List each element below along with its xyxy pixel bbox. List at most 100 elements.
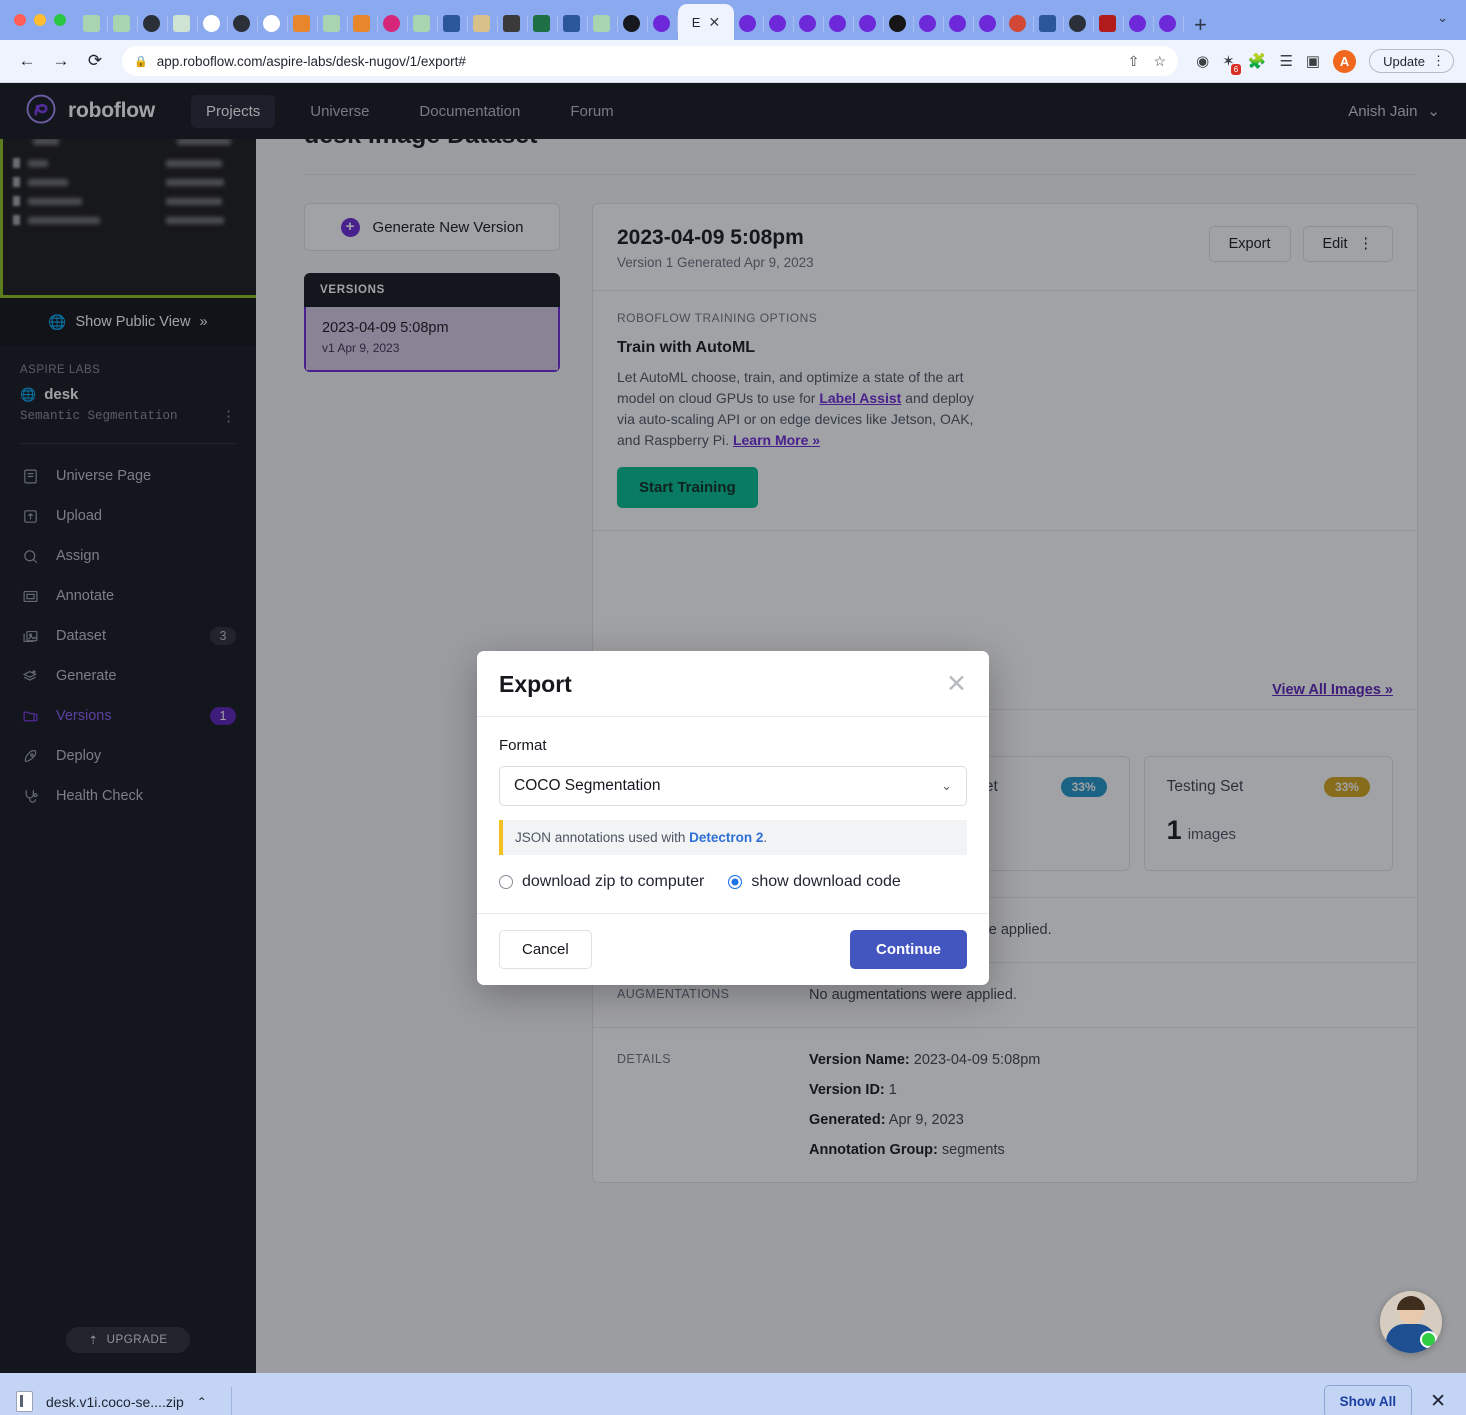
- format-label: Format: [499, 737, 547, 754]
- browser-tab[interactable]: [228, 6, 258, 40]
- minimize-window-dot[interactable]: [34, 14, 46, 26]
- chrome-favicon: [1069, 14, 1086, 32]
- reload-icon[interactable]: ⟳: [80, 46, 110, 76]
- browser-menu-kebab-icon[interactable]: ⋮: [1432, 53, 1445, 69]
- browser-tab[interactable]: [528, 6, 558, 40]
- roboflow-favicon: [769, 14, 786, 32]
- roboflow-favicon: [1129, 14, 1146, 32]
- browser-tab[interactable]: [854, 6, 884, 40]
- address-bar[interactable]: 🔒 app.roboflow.com/aspire-labs/desk-nugo…: [122, 46, 1179, 76]
- roboflow-favicon: [799, 14, 816, 32]
- browser-tab[interactable]: [944, 6, 974, 40]
- detectron2-link[interactable]: Detectron 2: [689, 830, 763, 845]
- browser-tab[interactable]: [168, 6, 198, 40]
- close-icon[interactable]: ✕: [946, 672, 967, 697]
- browser-tab[interactable]: [764, 6, 794, 40]
- radio-button-unselected[interactable]: [499, 875, 513, 889]
- browser-tab[interactable]: [198, 6, 228, 40]
- browser-tab[interactable]: [288, 6, 318, 40]
- profile-avatar[interactable]: A: [1333, 49, 1357, 73]
- browser-tab[interactable]: [884, 6, 914, 40]
- forward-icon[interactable]: →: [46, 46, 76, 76]
- share-icon[interactable]: ⇧: [1128, 53, 1140, 70]
- openai-favicon: [113, 14, 130, 32]
- browser-tab[interactable]: [734, 6, 764, 40]
- radio-show-code[interactable]: show download code: [728, 873, 901, 891]
- onedrive-favicon: [1009, 14, 1026, 32]
- browser-tab[interactable]: [318, 6, 348, 40]
- browser-tab[interactable]: [618, 6, 648, 40]
- browser-tab[interactable]: [1094, 6, 1124, 40]
- radio-button-selected[interactable]: [728, 875, 743, 889]
- close-window-dot[interactable]: [14, 14, 26, 26]
- browser-tab[interactable]: [914, 6, 944, 40]
- roboflow-favicon: [979, 14, 996, 32]
- browser-tab[interactable]: [498, 6, 528, 40]
- browser-tab[interactable]: [588, 6, 618, 40]
- active-browser-tab[interactable]: E ✕: [678, 4, 734, 40]
- export-modal: Export ✕ Format COCO Segmentation ⌄ JSON…: [477, 651, 989, 985]
- modal-title: Export: [499, 671, 572, 697]
- window-controls[interactable]: [8, 0, 78, 40]
- file-icon: [16, 1391, 33, 1412]
- privacy-badger-icon[interactable]: ◉: [1196, 52, 1209, 70]
- close-tab-icon[interactable]: ✕: [708, 15, 720, 29]
- browser-tab[interactable]: [794, 6, 824, 40]
- downloads-divider: [230, 1386, 232, 1415]
- browser-tab[interactable]: [378, 6, 408, 40]
- browser-tab[interactable]: [468, 6, 498, 40]
- tab-search-chevron-down-icon[interactable]: ⌄: [1437, 10, 1456, 30]
- python-favicon: [293, 14, 310, 32]
- close-downloads-bar-icon[interactable]: ✕: [1430, 1390, 1450, 1413]
- browser-tab[interactable]: [1004, 6, 1034, 40]
- openai-favicon: [593, 14, 610, 32]
- extensions-area: ◉ ✶ 6 🧩 ☰ ▣ A Update ⋮: [1190, 49, 1454, 75]
- browser-tab[interactable]: [138, 6, 168, 40]
- format-select[interactable]: COCO Segmentation ⌄: [499, 766, 967, 806]
- browser-tab[interactable]: [1034, 6, 1064, 40]
- radio-download-zip[interactable]: download zip to computer: [499, 873, 704, 891]
- cancel-button[interactable]: Cancel: [499, 930, 592, 969]
- maximize-window-dot[interactable]: [54, 14, 66, 26]
- extension-gear-icon[interactable]: ✶ 6: [1222, 52, 1241, 75]
- show-all-downloads-button[interactable]: Show All: [1323, 1385, 1413, 1415]
- download-item[interactable]: desk.v1i.coco-se....zip ⌃: [16, 1391, 207, 1412]
- active-tab-title: E: [691, 14, 701, 30]
- new-tab-button[interactable]: +: [1184, 14, 1217, 40]
- browser-tab[interactable]: [1154, 6, 1184, 40]
- arrow-favicon: [889, 14, 906, 32]
- browser-tab[interactable]: [408, 6, 438, 40]
- openai-favicon: [173, 14, 190, 32]
- application-window: 🌐 Show Public View » ASPIRE LABS 🌐 desk …: [0, 83, 1466, 1373]
- browser-chrome: E ✕ + ⌄ ← → ⟳ 🔒 app.roboflow.com/aspire-…: [0, 0, 1466, 83]
- browser-tab[interactable]: [648, 6, 678, 40]
- browser-tabstrip: E ✕ + ⌄: [0, 0, 1466, 40]
- browser-tab[interactable]: [78, 6, 108, 40]
- puzzle-extensions-icon[interactable]: 🧩: [1248, 52, 1267, 70]
- download-filename: desk.v1i.coco-se....zip: [46, 1393, 184, 1410]
- side-panel-icon[interactable]: ▣: [1306, 52, 1320, 70]
- browser-tab[interactable]: [1064, 6, 1094, 40]
- browser-tab[interactable]: [108, 6, 138, 40]
- reading-list-icon[interactable]: ☰: [1279, 52, 1292, 70]
- support-chat-avatar[interactable]: [1380, 1291, 1442, 1353]
- browser-tab[interactable]: [348, 6, 378, 40]
- browser-tab[interactable]: [1124, 6, 1154, 40]
- browser-tab[interactable]: [974, 6, 1004, 40]
- roboflow-favicon: [739, 14, 756, 32]
- browser-toolbar: ← → ⟳ 🔒 app.roboflow.com/aspire-labs/des…: [0, 40, 1466, 82]
- format-selected-value: COCO Segmentation: [514, 777, 661, 794]
- update-button[interactable]: Update ⋮: [1369, 49, 1454, 73]
- bookmark-star-icon[interactable]: ☆: [1154, 53, 1167, 70]
- lock-icon: 🔒: [134, 55, 148, 68]
- roboflow-favicon: [859, 14, 876, 32]
- chevron-up-icon[interactable]: ⌃: [197, 1395, 207, 1409]
- browser-tab[interactable]: [438, 6, 468, 40]
- back-icon[interactable]: ←: [12, 46, 42, 76]
- continue-button[interactable]: Continue: [850, 930, 967, 969]
- huggingface-favicon: [383, 14, 400, 32]
- openai-favicon: [413, 14, 430, 32]
- browser-tab[interactable]: [558, 6, 588, 40]
- browser-tab[interactable]: [824, 6, 854, 40]
- browser-tab[interactable]: [258, 6, 288, 40]
